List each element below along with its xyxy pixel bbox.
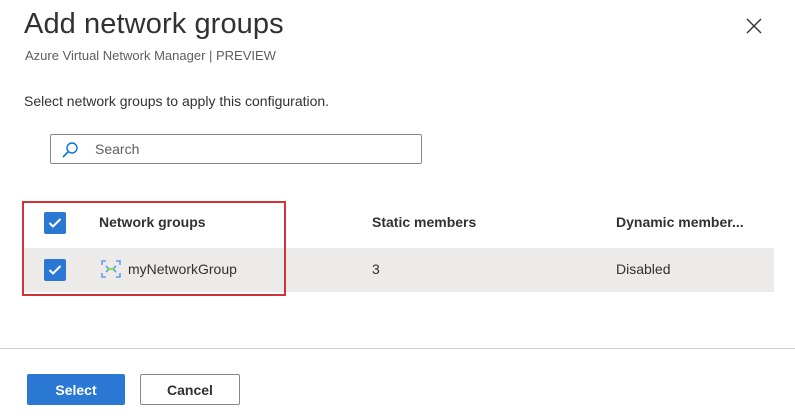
dynamic-members-value: Disabled: [616, 261, 671, 277]
instruction-text: Select network groups to apply this conf…: [24, 93, 330, 109]
network-groups-table: Network groups Static members Dynamic me…: [24, 198, 774, 292]
close-icon: [746, 18, 762, 34]
select-button[interactable]: Select: [27, 374, 125, 405]
table-header-row: Network groups Static members Dynamic me…: [24, 198, 774, 248]
column-header-static-members[interactable]: Static members: [372, 214, 476, 230]
checkmark-icon: [48, 265, 62, 275]
panel-subtitle: Azure Virtual Network Manager | PREVIEW: [25, 48, 276, 63]
search-box[interactable]: [50, 134, 422, 164]
select-all-checkbox[interactable]: [44, 212, 66, 234]
footer-divider: [0, 348, 795, 349]
panel-title: Add network groups: [24, 8, 284, 40]
table-row[interactable]: myNetworkGroup 3 Disabled: [24, 248, 774, 292]
network-group-name[interactable]: myNetworkGroup: [128, 261, 237, 277]
cancel-button[interactable]: Cancel: [140, 374, 240, 405]
search-input[interactable]: [95, 135, 415, 163]
row-checkbox[interactable]: [44, 259, 66, 281]
search-icon: [62, 142, 78, 158]
column-header-network-groups[interactable]: Network groups: [99, 214, 206, 230]
static-members-value: 3: [372, 261, 380, 277]
close-button[interactable]: [744, 16, 764, 36]
network-group-icon: [101, 260, 121, 278]
column-header-dynamic-members[interactable]: Dynamic member...: [616, 214, 744, 230]
checkmark-icon: [48, 218, 62, 228]
